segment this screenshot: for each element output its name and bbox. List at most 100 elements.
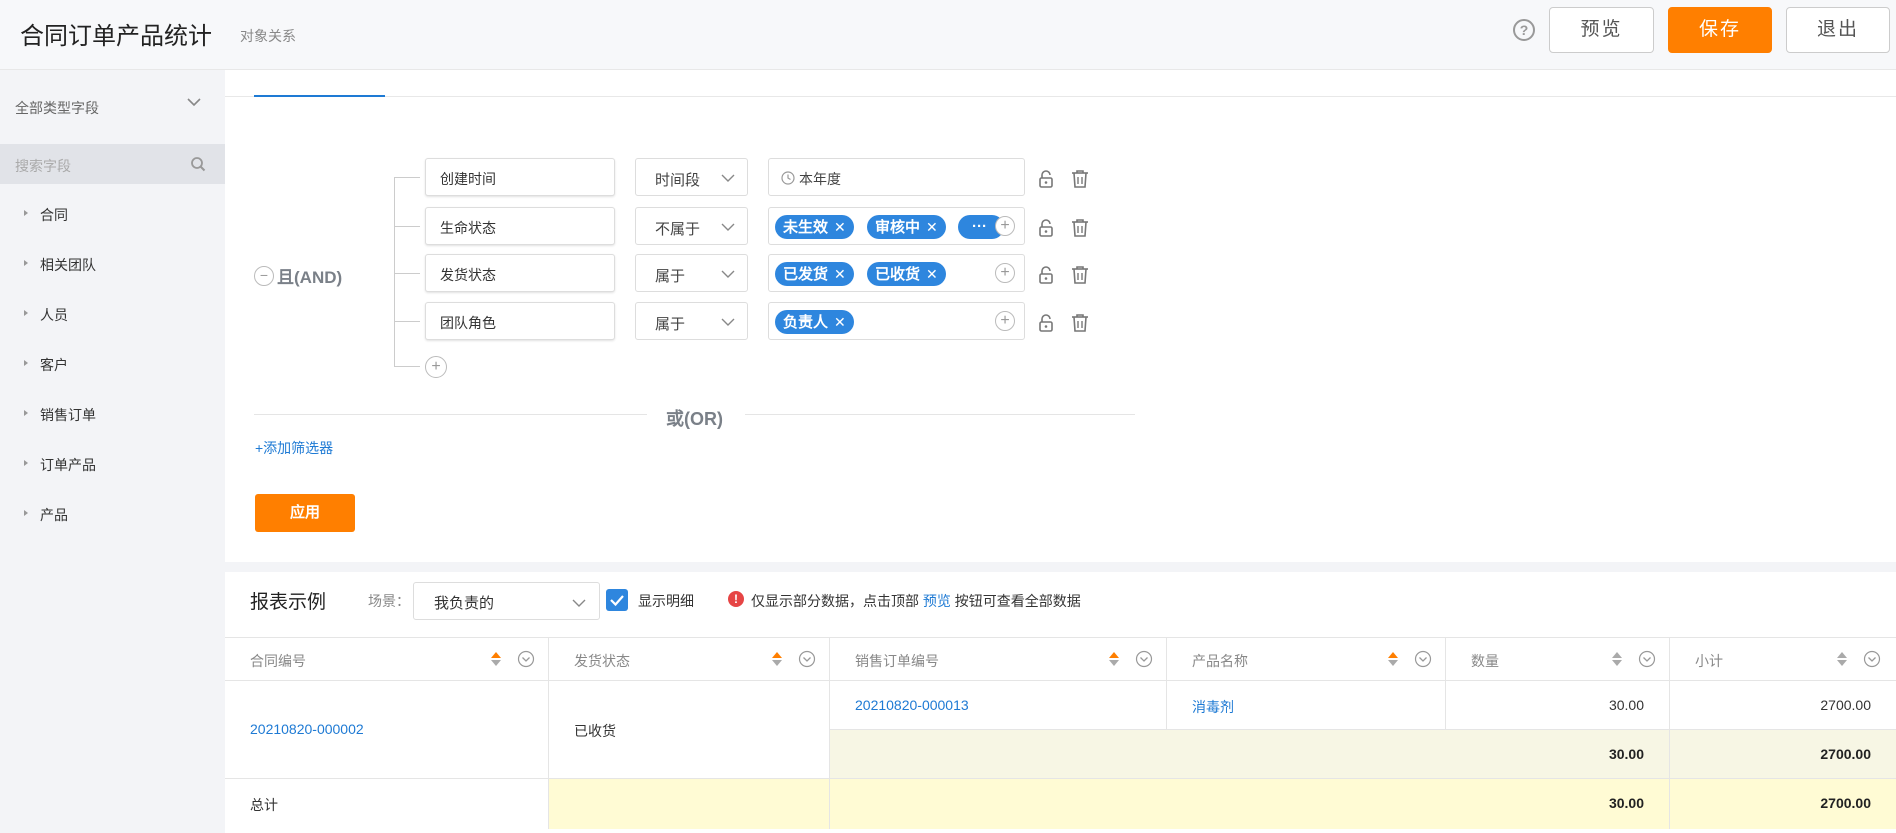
preview-link[interactable]: 预览 <box>923 593 951 609</box>
value-tag[interactable]: 已收货 ✕ <box>867 262 946 286</box>
close-icon[interactable]: ✕ <box>926 266 938 282</box>
unlock-icon[interactable] <box>1038 314 1054 332</box>
column-menu-icon[interactable] <box>1863 650 1881 668</box>
table-cell: 总计 <box>225 779 549 829</box>
column-menu-icon[interactable] <box>517 650 535 668</box>
close-icon[interactable]: ✕ <box>926 219 938 235</box>
search-input[interactable]: 搜索字段 <box>15 156 71 176</box>
column-label: 小计 <box>1695 653 1723 669</box>
collapse-group-icon[interactable]: − <box>254 266 274 286</box>
scene-select[interactable]: 我负责的 <box>413 582 600 620</box>
table-cell <box>830 779 1446 829</box>
preview-button[interactable]: 预览 <box>1549 7 1654 53</box>
sidebar-item-order-product[interactable]: 订单产品 <box>0 450 225 480</box>
field-sidebar: 全部类型字段 搜索字段 合同 相关团队 人员 客户 销售订单 订单产品 产品 <box>0 70 225 833</box>
tag-label: 未生效 <box>783 219 829 236</box>
condition-value-2[interactable]: 未生效 ✕ 审核中 ✕ ··· + <box>768 207 1025 245</box>
search-icon[interactable] <box>190 156 206 172</box>
contract-no-link[interactable]: 20210820-000002 <box>250 721 364 737</box>
add-value-icon[interactable]: + <box>995 216 1015 236</box>
sort-icon[interactable] <box>1108 651 1120 667</box>
warning-text: 仅显示部分数据，点击顶部 预览 按钮可查看全部数据 <box>751 591 1081 611</box>
operator-label: 不属于 <box>655 221 701 238</box>
condition-value-3[interactable]: 已发货 ✕ 已收货 ✕ + <box>768 254 1025 292</box>
sidebar-item-customer[interactable]: 客户 <box>0 350 225 380</box>
add-value-icon[interactable]: + <box>995 263 1015 283</box>
chevron-down-icon[interactable] <box>186 94 202 110</box>
condition-field-3[interactable]: 发货状态 <box>425 254 615 292</box>
sort-icon[interactable] <box>771 651 783 667</box>
column-subtotal: 小计 <box>1670 638 1896 680</box>
condition-operator-3[interactable]: 属于 <box>635 254 748 292</box>
save-button[interactable]: 保存 <box>1668 7 1772 53</box>
order-no-link[interactable]: 20210820-000013 <box>855 697 969 713</box>
column-label: 销售订单编号 <box>855 653 939 669</box>
close-icon[interactable]: ✕ <box>834 314 846 330</box>
sidebar-item-product[interactable]: 产品 <box>0 500 225 530</box>
sidebar-item-team[interactable]: 相关团队 <box>0 250 225 280</box>
sidebar-item-label: 人员 <box>40 307 68 323</box>
add-condition-icon[interactable]: + <box>425 356 447 378</box>
table-cell: 20210820-000013 <box>830 681 1167 730</box>
warning-text-part: 按钮可查看全部数据 <box>954 593 1081 609</box>
value-tag[interactable]: 审核中 ✕ <box>867 215 946 239</box>
value-tag[interactable]: 已发货 ✕ <box>775 262 854 286</box>
trash-icon[interactable] <box>1071 313 1089 333</box>
sort-icon[interactable] <box>490 651 502 667</box>
total-qty-value: 30.00 <box>1608 795 1644 811</box>
close-icon[interactable]: ✕ <box>834 266 846 282</box>
group-subtotal-value: 2700.00 <box>1820 746 1871 762</box>
condition-field-2[interactable]: 生命状态 <box>425 207 615 245</box>
condition-value-1[interactable]: 本年度 <box>768 158 1025 196</box>
column-menu-icon[interactable] <box>1414 650 1432 668</box>
sort-icon[interactable] <box>1387 651 1399 667</box>
tag-label: 已发货 <box>783 266 829 283</box>
product-link[interactable]: 消毒剂 <box>1192 697 1234 717</box>
sort-icon[interactable] <box>1836 651 1848 667</box>
show-detail-checkbox[interactable] <box>606 589 628 611</box>
chevron-down-icon <box>721 318 735 326</box>
unlock-icon[interactable] <box>1038 266 1054 284</box>
trash-icon[interactable] <box>1071 169 1089 189</box>
column-menu-icon[interactable] <box>1135 650 1153 668</box>
value-tag[interactable]: 未生效 ✕ <box>775 215 854 239</box>
add-filter-link[interactable]: +添加筛选器 <box>255 438 333 458</box>
active-tab-indicator <box>254 95 385 97</box>
total-subtotal-value: 2700.00 <box>1820 795 1871 811</box>
sort-icon[interactable] <box>1611 651 1623 667</box>
tag-label: 已收货 <box>875 266 921 283</box>
subtotal-value: 2700.00 <box>1820 697 1871 713</box>
trash-icon[interactable] <box>1071 265 1089 285</box>
column-label: 合同编号 <box>250 653 306 669</box>
close-icon[interactable]: ✕ <box>834 219 846 235</box>
field-label: 生命状态 <box>440 220 496 236</box>
condition-operator-4[interactable]: 属于 <box>635 302 748 340</box>
field-search[interactable]: 搜索字段 <box>0 144 225 184</box>
group-qty-value: 30.00 <box>1608 746 1644 762</box>
unlock-icon[interactable] <box>1038 170 1054 188</box>
table-cell: 30.00 <box>1446 681 1670 730</box>
condition-operator-1[interactable]: 时间段 <box>635 158 748 196</box>
field-type-select[interactable]: 全部类型字段 <box>15 98 99 118</box>
trash-icon[interactable] <box>1071 218 1089 238</box>
unlock-icon[interactable] <box>1038 219 1054 237</box>
add-value-icon[interactable]: + <box>995 311 1015 331</box>
table-cell: 已收货 <box>549 681 830 779</box>
sidebar-item-sales-order[interactable]: 销售订单 <box>0 400 225 430</box>
condition-field-4[interactable]: 团队角色 <box>425 302 615 340</box>
value-tag[interactable]: 负责人 ✕ <box>775 310 854 334</box>
condition-operator-2[interactable]: 不属于 <box>635 207 748 245</box>
exit-button[interactable]: 退出 <box>1786 7 1890 53</box>
column-label: 发货状态 <box>574 653 630 669</box>
caret-right-icon <box>24 260 28 266</box>
column-menu-icon[interactable] <box>1638 650 1656 668</box>
column-menu-icon[interactable] <box>798 650 816 668</box>
page-subtitle: 对象关系 <box>240 28 296 44</box>
condition-value-4[interactable]: 负责人 ✕ + <box>768 302 1025 340</box>
apply-button[interactable]: 应用 <box>255 494 355 532</box>
sidebar-item-contract[interactable]: 合同 <box>0 200 225 230</box>
help-icon[interactable]: ? <box>1513 19 1535 41</box>
sidebar-item-person[interactable]: 人员 <box>0 300 225 330</box>
filter-panel: − 且(AND) 创建时间 时间段 本年度 生命状态 不属于 未生效 ✕ 审核中 ✕… <box>225 70 1896 562</box>
condition-field-1[interactable]: 创建时间 <box>425 158 615 196</box>
